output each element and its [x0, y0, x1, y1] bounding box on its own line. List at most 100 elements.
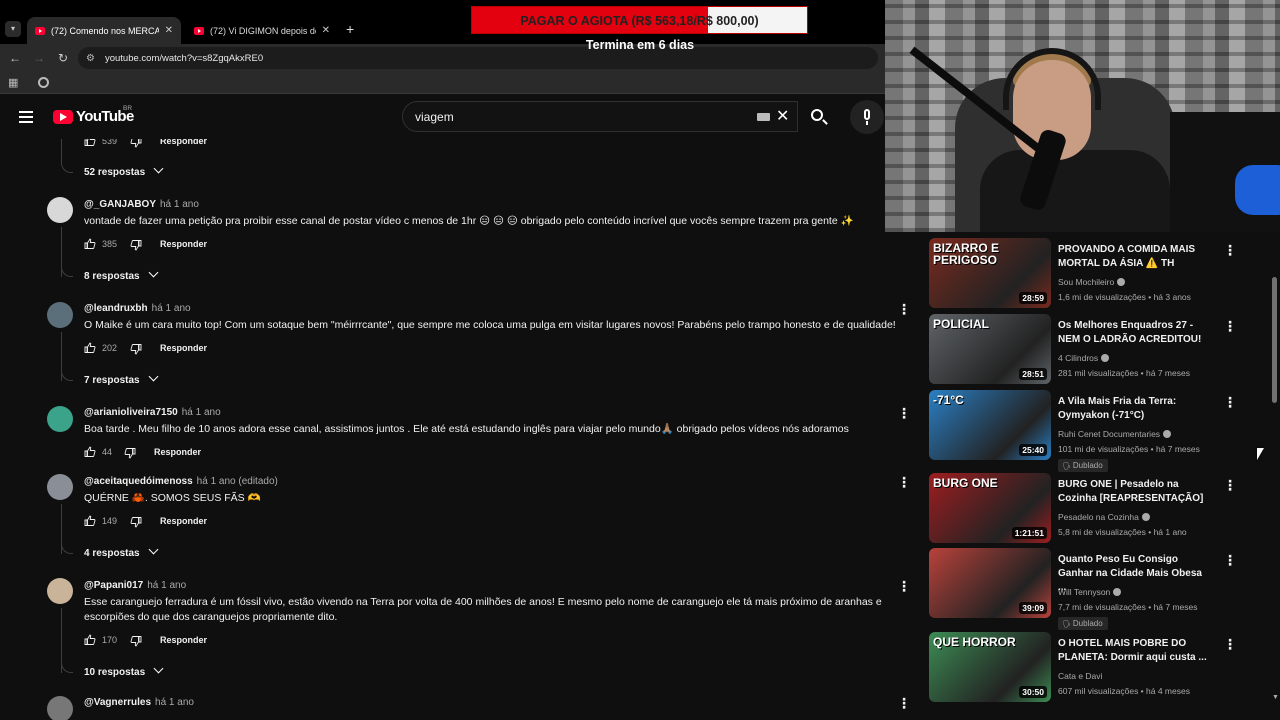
video-thumbnail[interactable]: -71°C 25:40 [929, 390, 1051, 460]
comment-author[interactable]: @Vagnerrules há 1 ano [84, 697, 194, 708]
site-settings-icon[interactable]: ⚙ [86, 53, 95, 64]
comment-time[interactable]: há 1 ano [160, 199, 199, 210]
tab-comendo-nos-mercados[interactable]: (72) Comendo nos MERCADOS ✕ [27, 17, 181, 44]
comment-options-icon[interactable]: ⋮ [897, 578, 911, 594]
reload-icon[interactable]: ↻ [51, 51, 75, 65]
dislike-icon[interactable] [130, 139, 142, 148]
video-title[interactable]: Os Melhores Enquadros 27 - NEM O LADRÃO … [1058, 319, 1210, 347]
keyboard-icon[interactable] [757, 113, 770, 121]
youtube-logo-icon[interactable] [53, 110, 73, 124]
video-title[interactable]: O HOTEL MAIS POBRE DO PLANETA: Dormir aq… [1058, 637, 1210, 665]
reply-button[interactable]: Responder [160, 239, 207, 249]
like-icon[interactable] [84, 446, 96, 458]
page-scrollbar[interactable] [1270, 232, 1280, 720]
reply-button[interactable]: Responder [154, 447, 201, 457]
clear-search-icon[interactable]: ✕ [776, 106, 789, 126]
search-input[interactable]: viagem ✕ [402, 101, 798, 132]
comment-author[interactable]: @aceitaquedóimenoss há 1 ano (editado) [84, 476, 278, 487]
dislike-icon[interactable] [130, 516, 142, 528]
replies-toggle-button[interactable]: 10 respostas [84, 663, 164, 678]
like-icon[interactable] [84, 342, 96, 354]
video-options-icon[interactable]: ⋮ [1223, 552, 1237, 569]
related-video-card[interactable]: BURG ONE 1:21:51 BURG ONE | Pesadelo na Co… [929, 473, 1254, 545]
back-icon[interactable]: ← [3, 51, 27, 65]
comment-options-icon[interactable]: ⋮ [897, 474, 911, 490]
reply-button[interactable]: Responder [160, 343, 207, 353]
tab-search-button[interactable]: ▾ [5, 21, 21, 37]
dislike-icon[interactable] [130, 239, 142, 251]
author-name[interactable]: @_GANJABOY [84, 199, 156, 210]
replies-toggle-button[interactable]: 8 respostas [84, 267, 159, 282]
avatar[interactable] [47, 302, 73, 328]
tab-close-icon[interactable]: ✕ [322, 25, 330, 36]
forward-icon[interactable]: → [27, 51, 51, 65]
video-options-icon[interactable]: ⋮ [1223, 636, 1237, 653]
video-title[interactable]: A Vila Mais Fria da Terra: Oymyakon (-71… [1058, 395, 1210, 423]
like-icon[interactable] [84, 139, 96, 147]
author-name[interactable]: @Papani017 [84, 580, 143, 591]
avatar[interactable] [47, 406, 73, 432]
comment-time[interactable]: há 1 ano [152, 303, 191, 314]
comment-author[interactable]: @leandruxbh há 1 ano [84, 303, 191, 314]
tab-vi-digimon[interactable]: (72) Vi DIGIMON depois de adu ✕ [186, 17, 338, 44]
tab-close-icon[interactable]: ✕ [165, 25, 173, 36]
channel-name[interactable]: Cata e Davi [1058, 671, 1102, 681]
comment-time[interactable]: há 1 ano [155, 697, 194, 708]
reply-button[interactable]: Responder [160, 635, 207, 645]
comment-time[interactable]: há 1 ano [182, 407, 221, 418]
voice-search-button[interactable] [850, 100, 884, 134]
scrollbar-thumb[interactable] [1272, 277, 1277, 403]
search-button[interactable] [798, 101, 840, 132]
video-options-icon[interactable]: ⋮ [1223, 318, 1237, 335]
comment-time[interactable]: há 1 ano [147, 580, 186, 591]
replies-toggle-button[interactable]: 7 respostas [84, 371, 159, 386]
replies-toggle-button[interactable]: 52 respostas [84, 163, 164, 178]
channel-name[interactable]: Ruhi Cenet Documentaries [1058, 429, 1172, 439]
author-name[interactable]: @leandruxbh [84, 303, 148, 314]
new-tab-button[interactable]: + [346, 21, 354, 37]
channel-name[interactable]: Sou Mochileiro [1058, 277, 1126, 287]
related-video-card[interactable]: -71°C 25:40 A Vila Mais Fria da Terra: Oym… [929, 390, 1254, 472]
related-video-card[interactable]: 39:09 Quanto Peso Eu Consigo Ganhar na Ci… [929, 548, 1254, 630]
video-options-icon[interactable]: ⋮ [1223, 394, 1237, 411]
author-name[interactable]: @Vagnerrules [84, 697, 151, 708]
dislike-icon[interactable] [130, 635, 142, 647]
related-video-card[interactable]: POLICIAL 28:51 Os Melhores Enquadros 27 - … [929, 314, 1254, 386]
video-thumbnail[interactable]: QUE HORROR 30:50 [929, 632, 1051, 702]
dislike-icon[interactable] [130, 343, 142, 355]
video-options-icon[interactable]: ⋮ [1223, 477, 1237, 494]
avatar[interactable] [47, 578, 73, 604]
comment-options-icon[interactable]: ⋮ [897, 301, 911, 317]
dislike-icon[interactable] [124, 447, 136, 459]
channel-name[interactable]: 4 Cilindros [1058, 353, 1110, 363]
video-thumbnail[interactable]: BIZARRO E PERIGOSO 28:59 [929, 238, 1051, 308]
replies-toggle-button[interactable]: 4 respostas [84, 544, 159, 559]
avatar[interactable] [47, 197, 73, 223]
avatar[interactable] [47, 474, 73, 500]
video-title[interactable]: BURG ONE | Pesadelo na Cozinha [REAPRESE… [1058, 478, 1210, 506]
author-name[interactable]: @arianioliveira7150 [84, 407, 178, 418]
related-video-card[interactable]: QUE HORROR 30:50 O HOTEL MAIS POBRE DO PLA… [929, 632, 1254, 704]
comment-author[interactable]: @_GANJABOY há 1 ano [84, 199, 199, 210]
channel-name[interactable]: Pesadelo na Cozinha [1058, 512, 1150, 522]
comment-author[interactable]: @arianioliveira7150 há 1 ano [84, 407, 221, 418]
comment-author[interactable]: @Papani017 há 1 ano [84, 580, 186, 591]
video-thumbnail[interactable]: 39:09 [929, 548, 1051, 618]
video-thumbnail[interactable]: BURG ONE 1:21:51 [929, 473, 1051, 543]
related-video-card[interactable]: BIZARRO E PERIGOSO 28:59 PROVANDO A COMIDA… [929, 238, 1254, 310]
reply-button[interactable]: Responder [160, 139, 207, 146]
avatar[interactable] [47, 696, 73, 720]
reply-button[interactable]: Responder [160, 516, 207, 526]
scroll-down-arrow-icon[interactable]: ▼ [1272, 694, 1279, 701]
globe-icon[interactable] [38, 77, 49, 88]
apps-grid-icon[interactable]: ▦ [8, 76, 18, 89]
comment-options-icon[interactable]: ⋮ [897, 695, 911, 711]
author-name[interactable]: @aceitaquedóimenoss [84, 476, 193, 487]
comment-time[interactable]: há 1 ano (editado) [197, 476, 278, 487]
like-icon[interactable] [84, 515, 96, 527]
video-title[interactable]: PROVANDO A COMIDA MAIS MORTAL DA ÁSIA ⚠️… [1058, 243, 1210, 271]
channel-name[interactable]: Will Tennyson [1058, 587, 1122, 597]
like-icon[interactable] [84, 634, 96, 646]
video-options-icon[interactable]: ⋮ [1223, 242, 1237, 259]
video-thumbnail[interactable]: POLICIAL 28:51 [929, 314, 1051, 384]
